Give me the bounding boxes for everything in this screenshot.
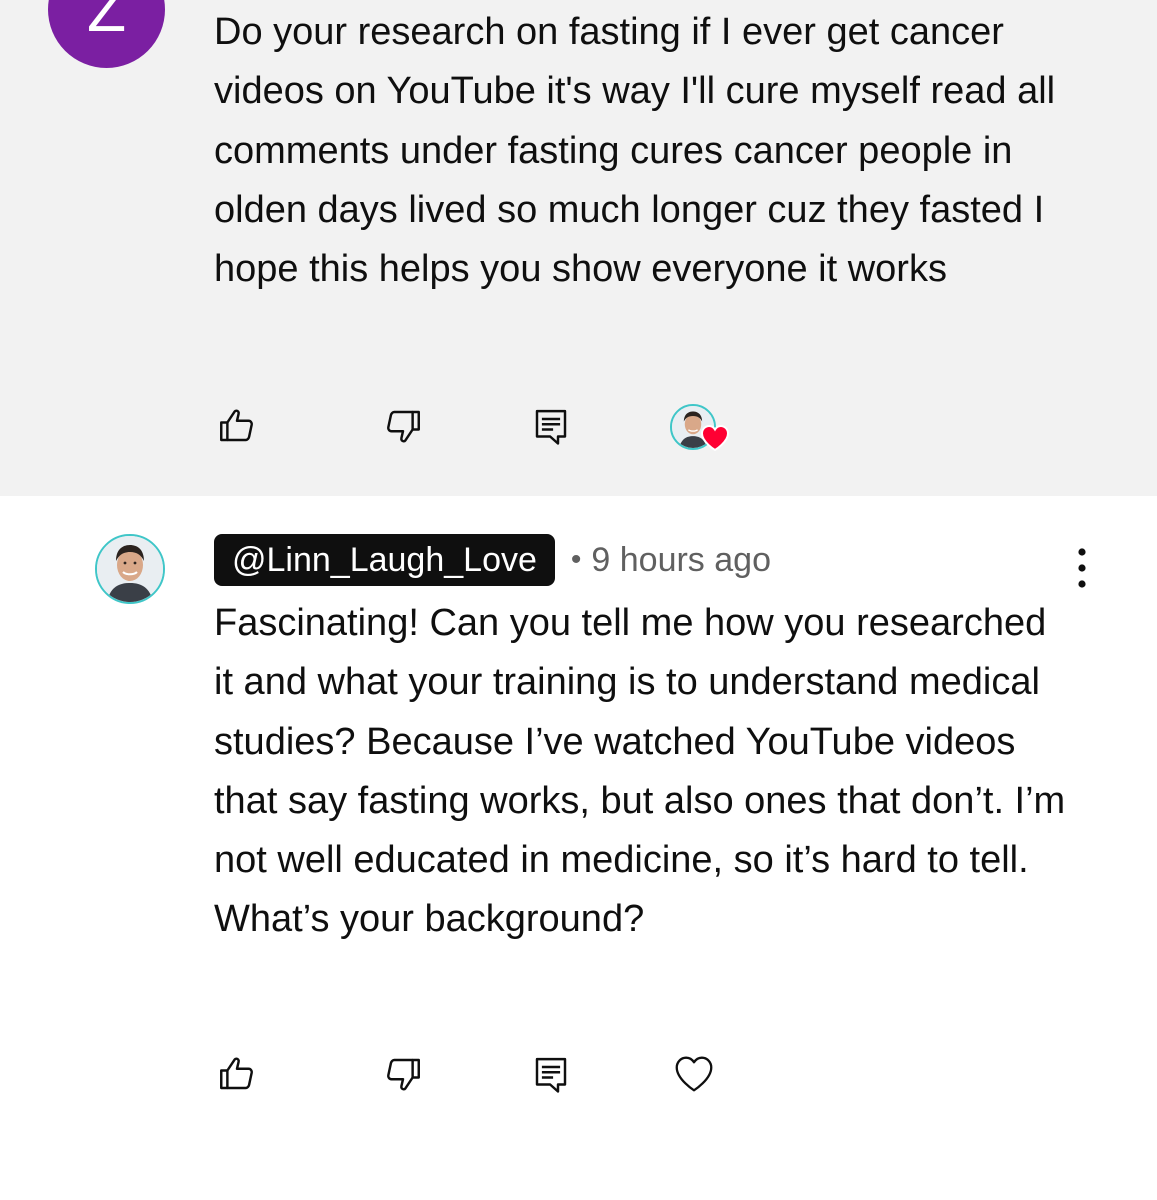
reply-button[interactable]: [521, 1044, 581, 1104]
comment-text: Fascinating! Can you tell me how you res…: [214, 602, 1066, 941]
heart-icon: [675, 1056, 713, 1092]
dislike-button[interactable]: [373, 1044, 433, 1104]
creator-face-icon: [97, 536, 163, 602]
reply-icon: [535, 409, 567, 445]
like-button[interactable]: [207, 396, 267, 456]
thumbs-up-icon: [220, 409, 253, 442]
thumbs-down-icon: [387, 1058, 420, 1091]
timestamp: 9 hours ago: [591, 540, 771, 579]
more-vert-icon: [1078, 548, 1086, 588]
avatar[interactable]: Z: [48, 0, 165, 68]
reply-button[interactable]: [521, 396, 581, 456]
comment: @Linn_Laugh_Love • 9 hours ago Fascinati…: [0, 496, 1157, 1200]
thumbs-down-icon: [387, 410, 420, 443]
separator-dot: •: [570, 543, 582, 576]
avatar[interactable]: [95, 534, 165, 604]
heart-button[interactable]: [664, 1044, 724, 1104]
like-button[interactable]: [207, 1044, 267, 1104]
comment-highlighted: Z Do your research on fasting if I ever …: [0, 0, 1157, 496]
comment-actions: [0, 1044, 1157, 1104]
thumbs-up-icon: [220, 1057, 253, 1090]
comment-text: Do your research on fasting if I ever ge…: [214, 11, 1056, 291]
dislike-button[interactable]: [373, 396, 433, 456]
heart-icon: [700, 424, 730, 452]
reply-icon: [535, 1057, 567, 1093]
author-handle[interactable]: @Linn_Laugh_Love: [214, 534, 555, 586]
comment-actions: [0, 396, 1157, 456]
comment-header: @Linn_Laugh_Love • 9 hours ago: [214, 534, 771, 586]
more-options-button[interactable]: [1066, 546, 1098, 590]
